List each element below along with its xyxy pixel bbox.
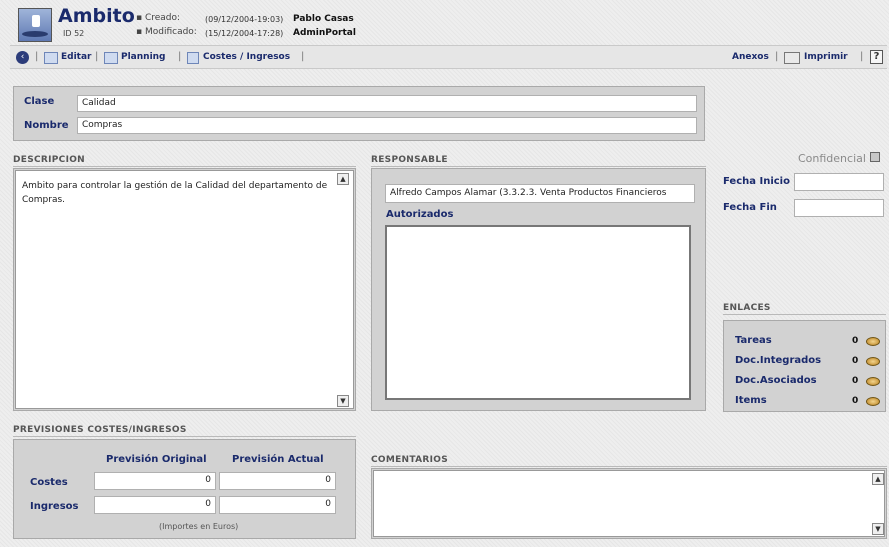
enlace-items-label[interactable]: Items [735,395,767,406]
fecha-fin-label: Fecha Fin [723,202,777,213]
document-icon[interactable] [187,52,199,64]
toolbar-separator: | [775,51,779,62]
toolbar: ‹ | Editar | Planning | Costes / Ingreso… [10,45,887,69]
descripcion-textarea[interactable]: Ambito para controlar la gestión de la C… [15,170,354,409]
toolbar-separator: | [301,51,305,62]
enlace-doc-integrados-count: 0 [852,356,859,366]
record-id: ID 52 [63,29,85,38]
previsiones-panel: Previsión Original Previsión Actual Cost… [13,439,356,539]
disc-icon[interactable] [866,337,880,346]
disc-icon[interactable] [866,397,880,406]
created-date: (09/12/2004-19:03) [205,15,284,24]
section-divider [723,314,886,315]
previsiones-title: PREVISIONES COSTES/INGRESOS [13,425,187,435]
fecha-inicio-field[interactable] [794,173,884,191]
fecha-inicio-label: Fecha Inicio [723,176,790,187]
help-icon[interactable]: ? [870,50,883,64]
enlace-tareas-count: 0 [852,336,859,346]
prevision-original-header: Previsión Original [106,454,207,465]
clase-nombre-panel: Clase Calidad Nombre Compras [13,86,705,141]
disc-icon[interactable] [866,357,880,366]
scroll-up-icon[interactable]: ▲ [872,473,884,485]
section-divider [371,166,706,167]
nombre-label: Nombre [24,120,69,131]
planning-button[interactable]: Planning [121,52,166,62]
costes-ingresos-button[interactable]: Costes / Ingresos [203,52,290,62]
toolbar-separator: | [35,51,39,62]
enlaces-title: ENLACES [723,303,771,313]
descripcion-panel: Ambito para controlar la gestión de la C… [13,168,356,411]
ingresos-actual-field[interactable]: 0 [219,496,336,514]
responsable-panel: Alfredo Campos Alamar (3.3.2.3. Venta Pr… [371,168,706,411]
anexos-button[interactable]: Anexos [732,52,769,62]
autorizados-label: Autorizados [386,209,454,220]
nombre-field[interactable]: Compras [77,117,697,134]
created-label: ▪ Creado: [136,13,181,23]
section-divider [13,166,356,167]
back-circle-icon[interactable]: ‹ [16,51,29,64]
enlace-doc-integrados-label[interactable]: Doc.Integrados [735,355,821,366]
enlace-doc-asociados-label[interactable]: Doc.Asociados [735,375,817,386]
enlaces-panel: Tareas 0 Doc.Integrados 0 Doc.Asociados … [723,320,886,412]
costes-actual-field[interactable]: 0 [219,472,336,490]
section-divider [371,466,887,467]
scroll-down-icon[interactable]: ▼ [337,395,349,407]
ambito-logo-icon [18,8,52,42]
scroll-up-icon[interactable]: ▲ [337,173,349,185]
comentarios-title: COMENTARIOS [371,455,449,465]
disc-icon[interactable] [866,377,880,386]
modified-user: AdminPortal [293,28,356,38]
confidencial-checkbox[interactable] [870,152,880,162]
imprimir-button[interactable]: Imprimir [804,52,848,62]
importes-note: (Importes en Euros) [159,522,239,531]
editar-button[interactable]: Editar [61,52,92,62]
confidencial-label: Confidencial [798,152,866,165]
edit-icon[interactable] [44,52,58,64]
printer-icon[interactable] [784,52,800,64]
prevision-actual-header: Previsión Actual [232,454,324,465]
created-user: Pablo Casas [293,14,354,24]
calendar-grid-icon[interactable] [104,52,118,64]
comentarios-panel: ▲ ▼ [371,468,887,539]
header: Ambito ID 52 ▪ Creado: (09/12/2004-19:03… [0,0,889,44]
descripcion-title: DESCRIPCION [13,155,86,165]
costes-label: Costes [30,477,68,488]
modified-date: (15/12/2004-17:28) [205,29,284,38]
ingresos-label: Ingresos [30,501,79,512]
clase-field[interactable]: Calidad [77,95,697,112]
fecha-fin-field[interactable] [794,199,884,217]
enlace-doc-asociados-count: 0 [852,376,859,386]
autorizados-list[interactable] [385,225,691,400]
responsable-field[interactable]: Alfredo Campos Alamar (3.3.2.3. Venta Pr… [385,184,695,203]
costes-original-field[interactable]: 0 [94,472,216,490]
clase-label: Clase [24,96,55,107]
scroll-down-icon[interactable]: ▼ [872,523,884,535]
toolbar-separator: | [95,51,99,62]
enlace-items-count: 0 [852,396,859,406]
section-divider [13,436,356,437]
page-title: Ambito [58,5,135,27]
enlace-tareas-label[interactable]: Tareas [735,335,772,346]
toolbar-separator: | [178,51,182,62]
modified-label: ▪ Modificado: [136,27,197,37]
toolbar-separator: | [860,51,864,62]
ingresos-original-field[interactable]: 0 [94,496,216,514]
responsable-title: RESPONSABLE [371,155,448,165]
comentarios-textarea[interactable] [373,470,885,537]
